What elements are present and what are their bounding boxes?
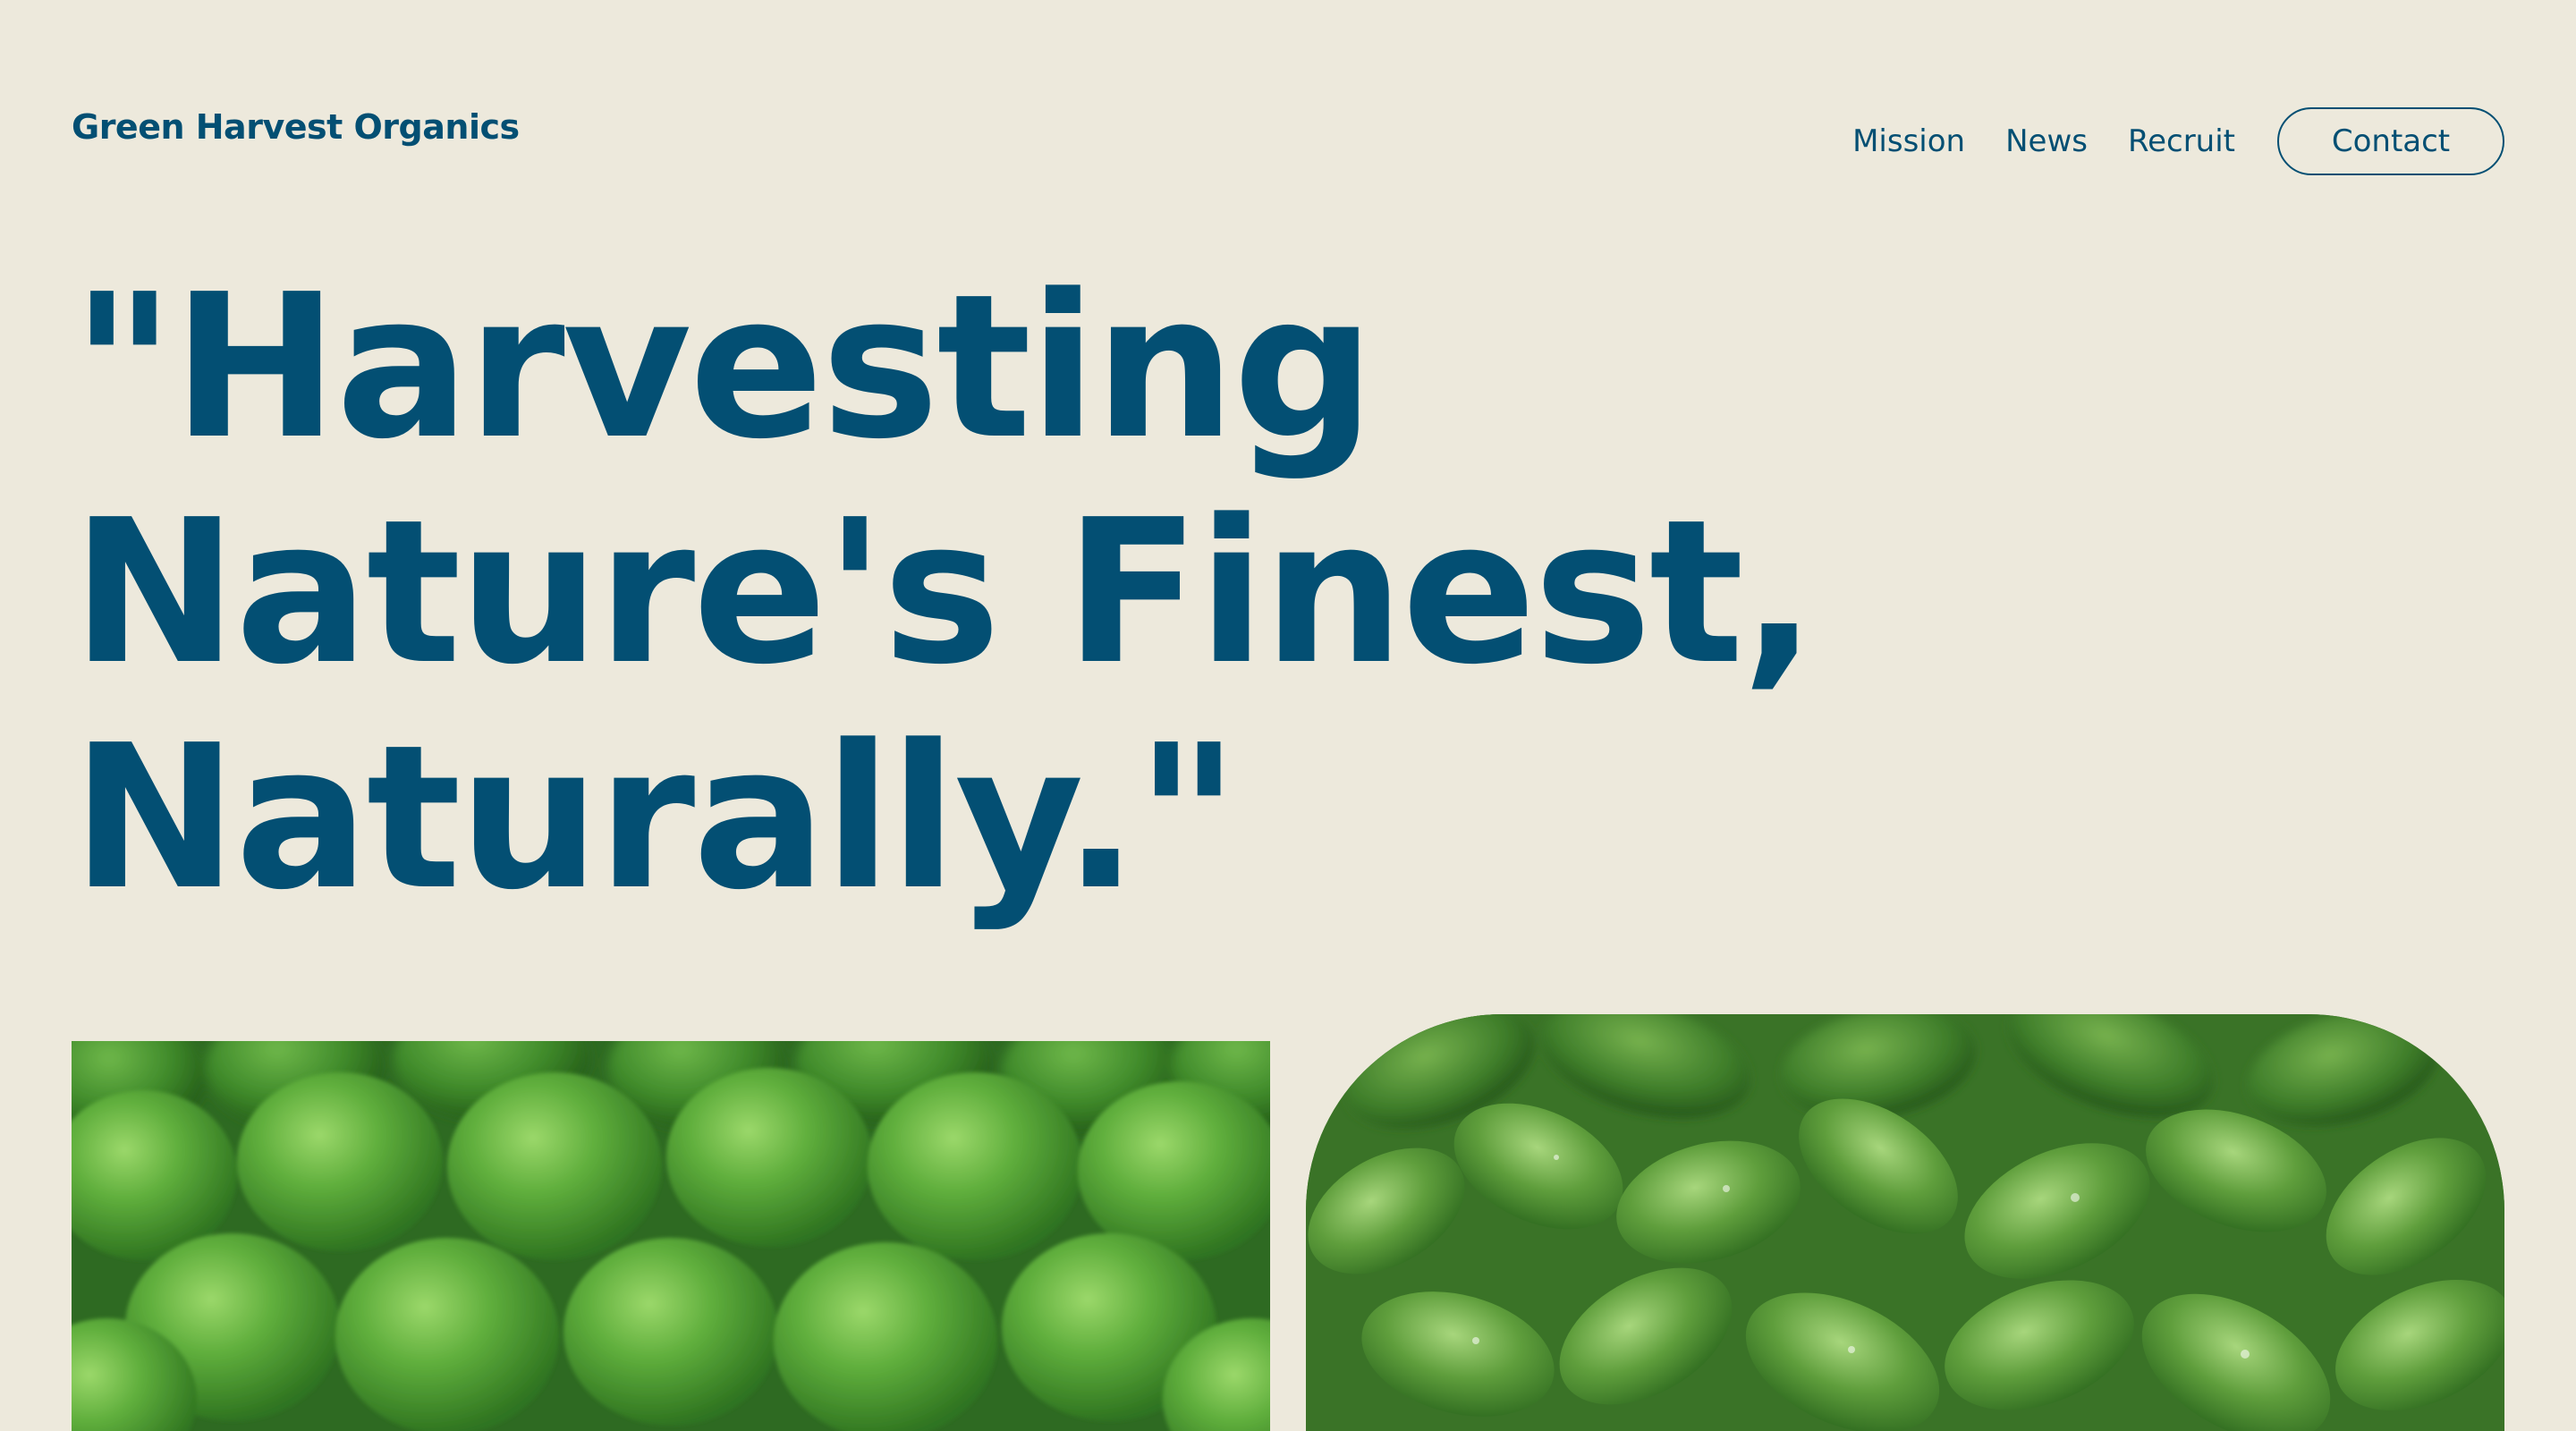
nav-link-mission[interactable]: Mission [1852, 123, 1965, 159]
greens-image [1306, 1014, 2504, 1431]
peas-image [72, 1041, 1270, 1431]
brand-logo-link[interactable]: Green Harvest Organics [72, 107, 520, 147]
nav-link-news[interactable]: News [2005, 123, 2088, 159]
hero-headline: "Harvesting Nature's Finest, Naturally." [72, 255, 2129, 931]
page: Green Harvest Organics Mission News Recr… [0, 0, 2576, 1431]
headline-line-1: "Harvesting [72, 252, 1375, 483]
headline-line-2: Nature's Finest, [72, 478, 1817, 708]
greens-photo [1306, 1014, 2504, 1431]
main-nav: Mission News Recruit Contact [1852, 107, 2504, 175]
nav-link-recruit[interactable]: Recruit [2128, 123, 2235, 159]
headline-line-3: Naturally." [72, 703, 1240, 934]
peas-photo [72, 1041, 1270, 1431]
contact-button[interactable]: Contact [2277, 107, 2504, 175]
